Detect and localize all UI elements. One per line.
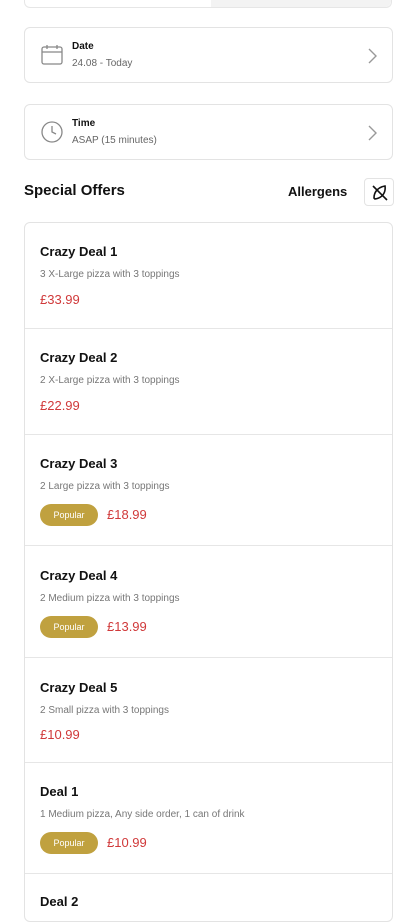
- allergens-label[interactable]: Allergens: [288, 184, 347, 199]
- offer-description: 3 X-Large pizza with 3 toppings: [40, 269, 180, 280]
- chevron-right-icon: [368, 48, 377, 64]
- date-value: 24.08 - Today: [72, 58, 133, 69]
- offer-name: Crazy Deal 3: [40, 456, 118, 471]
- clock-icon: [41, 121, 63, 143]
- offer-description: 2 Small pizza with 3 toppings: [40, 705, 169, 716]
- top-toggle-right[interactable]: [211, 0, 391, 7]
- offer-name: Deal 1: [40, 784, 79, 799]
- allergens-button[interactable]: [364, 178, 394, 206]
- offer-item[interactable]: Crazy Deal 1 3 X-Large pizza with 3 topp…: [25, 223, 392, 329]
- offer-description: 2 X-Large pizza with 3 toppings: [40, 375, 180, 386]
- offer-item[interactable]: Crazy Deal 4 2 Medium pizza with 3 toppi…: [25, 546, 392, 658]
- time-selector[interactable]: Time ASAP (15 minutes): [24, 104, 393, 160]
- offer-name: Crazy Deal 5: [40, 680, 118, 695]
- offer-price: £10.99: [107, 835, 147, 850]
- special-offers-title: Special Offers: [24, 182, 125, 199]
- popular-badge: Popular: [40, 832, 98, 854]
- offer-price: £33.99: [40, 292, 80, 307]
- offer-price: £10.99: [40, 727, 80, 742]
- date-label: Date: [72, 41, 94, 52]
- offer-item[interactable]: Crazy Deal 3 2 Large pizza with 3 toppin…: [25, 435, 392, 546]
- offer-description: 2 Medium pizza with 3 toppings: [40, 593, 180, 604]
- calendar-icon: [41, 45, 63, 65]
- offers-list: Crazy Deal 1 3 X-Large pizza with 3 topp…: [24, 222, 393, 922]
- date-selector[interactable]: Date 24.08 - Today: [24, 27, 393, 83]
- popular-badge: Popular: [40, 616, 98, 638]
- offer-description: 1 Medium pizza, Any side order, 1 can of…: [40, 809, 245, 820]
- offer-item[interactable]: Deal 1 1 Medium pizza, Any side order, 1…: [25, 763, 392, 874]
- offer-name: Crazy Deal 4: [40, 568, 118, 583]
- popular-badge: Popular: [40, 504, 98, 526]
- offer-item[interactable]: Deal 2: [25, 874, 392, 921]
- offer-price: £22.99: [40, 398, 80, 413]
- offer-price: £13.99: [107, 619, 147, 634]
- time-label: Time: [72, 118, 96, 129]
- top-toggle-strip[interactable]: [24, 0, 392, 8]
- offer-name: Deal 2: [40, 894, 79, 909]
- offer-item[interactable]: Crazy Deal 2 2 X-Large pizza with 3 topp…: [25, 329, 392, 435]
- offer-name: Crazy Deal 1: [40, 244, 118, 259]
- offer-description: 2 Large pizza with 3 toppings: [40, 481, 170, 492]
- chevron-right-icon: [368, 125, 377, 141]
- offer-item[interactable]: Crazy Deal 5 2 Small pizza with 3 toppin…: [25, 658, 392, 763]
- offer-price: £18.99: [107, 507, 147, 522]
- offer-name: Crazy Deal 2: [40, 350, 118, 365]
- allergens-icon: [372, 185, 388, 201]
- time-value: ASAP (15 minutes): [72, 135, 157, 146]
